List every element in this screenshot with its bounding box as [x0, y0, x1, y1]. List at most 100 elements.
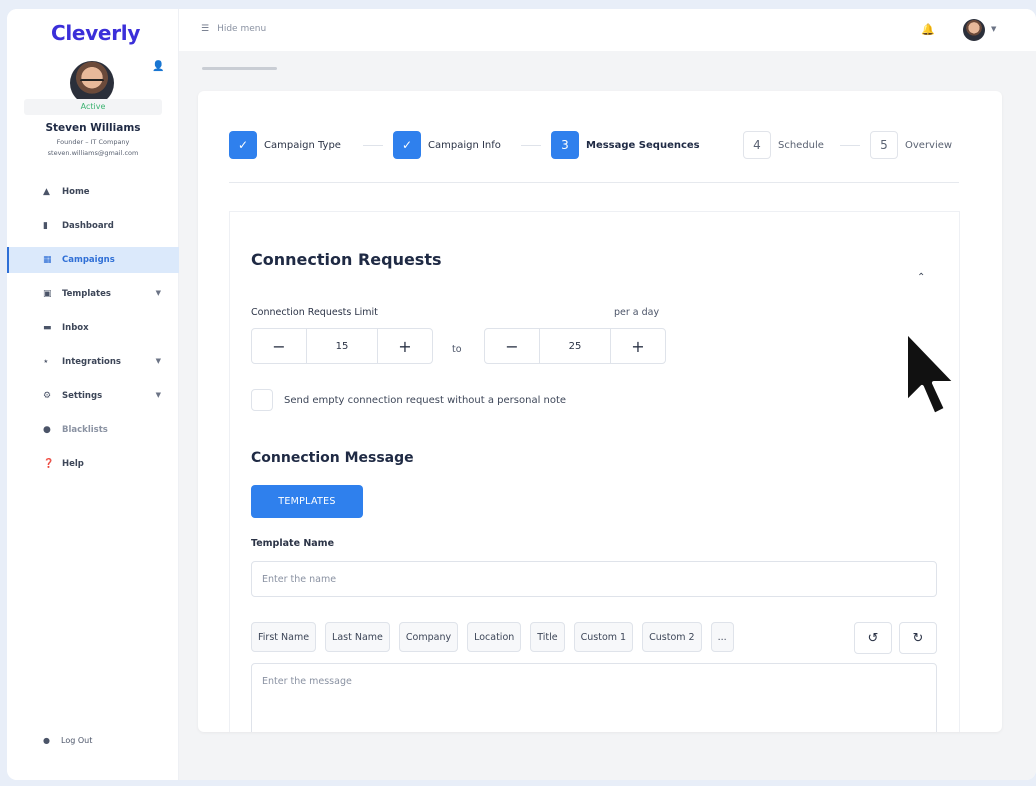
chevron-up-icon[interactable]: ⌃: [917, 272, 925, 283]
campaign-card: ✓ Campaign Type ✓ Campaign Info 3 Messag…: [198, 91, 1002, 732]
check-icon: ✓: [229, 131, 257, 159]
app-logo[interactable]: Cleverly: [51, 21, 140, 45]
step-divider: [840, 145, 860, 146]
min-limit-value[interactable]: 15: [306, 329, 378, 363]
sidebar-item-label: Help: [62, 459, 84, 469]
sidebar-item-label: Inbox: [62, 323, 89, 333]
empty-request-checkbox[interactable]: [251, 389, 273, 411]
step-schedule[interactable]: 4 Schedule: [743, 131, 824, 159]
help-icon: ❓: [43, 459, 55, 469]
message-textarea[interactable]: [251, 663, 937, 732]
variable-tags: First Name Last Name Company Location Ti…: [251, 622, 743, 652]
tag-title[interactable]: Title: [530, 622, 565, 652]
sidebar-item-label: Dashboard: [62, 221, 114, 231]
plus-button[interactable]: +: [378, 329, 432, 363]
sidebar-item-label: Blacklists: [62, 425, 108, 435]
max-limit-value[interactable]: 25: [539, 329, 611, 363]
sidebar-item-settings[interactable]: ⚙ Settings ▼: [7, 383, 179, 409]
section-title: Connection Message: [251, 450, 414, 466]
tag-company[interactable]: Company: [398, 622, 459, 652]
step-divider: [363, 145, 383, 146]
sidebar-item-templates[interactable]: ▣ Templates ▼: [7, 281, 179, 307]
home-icon: ▲: [43, 187, 50, 197]
sidebar-item-inbox[interactable]: ▬ Inbox: [7, 315, 179, 341]
plus-button[interactable]: +: [611, 329, 665, 363]
tag-custom-2[interactable]: Custom 2: [642, 622, 702, 652]
step-message-sequences[interactable]: 3 Message Sequences: [551, 131, 700, 159]
sidebar-item-label: Templates: [62, 289, 111, 299]
sidebar-item-home[interactable]: ▲ Home: [7, 179, 179, 205]
chevron-down-icon[interactable]: ▼: [991, 25, 996, 33]
sidebar-item-integrations[interactable]: ⋆ Integrations ▼: [7, 349, 179, 375]
sidebar-nav: ▲ Home ▮ Dashboard ▦ Campaigns ▣ Templat…: [7, 179, 179, 485]
connection-section: Connection Requests ⌃ Connection Request…: [229, 211, 960, 732]
step-number: 3: [551, 131, 579, 159]
logout-icon: ●: [43, 736, 50, 745]
integrations-icon: ⋆: [43, 357, 49, 367]
to-label: to: [452, 344, 462, 355]
step-label: Campaign Info: [428, 139, 501, 151]
top-bar: ☰ Hide menu 🔔 ▼: [179, 9, 1036, 51]
section-title: Connection Requests: [251, 250, 442, 269]
blacklist-icon: ●: [43, 425, 51, 435]
sidebar: Cleverly 👤 Active Steven Williams Founde…: [7, 9, 179, 780]
minus-button[interactable]: −: [485, 329, 539, 363]
redo-icon[interactable]: ↻: [899, 622, 937, 654]
campaign-stepper: ✓ Campaign Type ✓ Campaign Info 3 Messag…: [229, 131, 959, 161]
avatar[interactable]: [963, 19, 985, 41]
limit-label: Connection Requests Limit: [251, 307, 378, 318]
undo-icon[interactable]: ↺: [854, 622, 892, 654]
step-number: 5: [870, 131, 898, 159]
inbox-icon: ▬: [43, 323, 52, 333]
gear-icon: ⚙: [43, 391, 52, 401]
chat-icon: ▣: [43, 289, 52, 299]
step-label: Campaign Type: [264, 139, 341, 151]
step-label: Schedule: [778, 139, 824, 151]
grid-icon: ▦: [43, 255, 52, 265]
min-limit-stepper: − 15 +: [251, 328, 433, 364]
bar-chart-icon: ▮: [43, 221, 48, 231]
tag-first-name[interactable]: First Name: [251, 622, 317, 652]
step-number: 4: [743, 131, 771, 159]
user-name: Steven Williams: [45, 122, 141, 134]
sidebar-item-help[interactable]: ❓ Help: [7, 451, 179, 477]
chevron-down-icon: ▼: [155, 357, 161, 365]
user-role: Founder – IT Company: [56, 138, 130, 146]
sidebar-item-label: Integrations: [62, 357, 121, 367]
hide-menu-label: Hide menu: [217, 24, 267, 34]
sidebar-item-label: Settings: [62, 391, 103, 401]
minus-button[interactable]: −: [252, 329, 306, 363]
template-name-label: Template Name: [251, 538, 335, 549]
max-limit-stepper: − 25 +: [484, 328, 666, 364]
step-overview[interactable]: 5 Overview: [870, 131, 952, 159]
chevron-down-icon: ▼: [155, 391, 161, 399]
hide-menu-button[interactable]: ☰ Hide menu: [201, 24, 266, 34]
step-divider: [521, 145, 541, 146]
user-email: steven.williams@gmail.com: [47, 149, 139, 157]
templates-button[interactable]: TEMPLATES: [251, 485, 363, 518]
step-campaign-type[interactable]: ✓ Campaign Type: [229, 131, 341, 159]
template-name-input[interactable]: [251, 561, 937, 597]
check-icon: ✓: [393, 131, 421, 159]
divider: [229, 182, 959, 183]
status-badge: Active: [24, 99, 162, 115]
sidebar-item-dashboard[interactable]: ▮ Dashboard: [7, 213, 179, 239]
chevron-down-icon: ▼: [155, 289, 161, 297]
bell-icon[interactable]: 🔔: [921, 23, 935, 36]
tag-location[interactable]: Location: [467, 622, 522, 652]
per-day-label: per a day: [614, 307, 660, 318]
mouse-cursor-icon: [904, 329, 958, 417]
tab-indicator: [202, 67, 277, 70]
logout-button[interactable]: ● Log Out: [43, 736, 92, 745]
step-label: Overview: [905, 139, 953, 151]
sidebar-item-label: Home: [62, 187, 90, 197]
tag-last-name[interactable]: Last Name: [325, 622, 390, 652]
sidebar-item-campaigns[interactable]: ▦ Campaigns: [7, 247, 179, 273]
sidebar-item-blacklists[interactable]: ● Blacklists: [7, 417, 179, 443]
checkbox-label[interactable]: Send empty connection request without a …: [284, 395, 566, 406]
more-tags-button[interactable]: ...: [710, 622, 734, 652]
logout-label: Log Out: [61, 736, 93, 745]
switch-user-icon[interactable]: 👤: [152, 61, 164, 73]
tag-custom-1[interactable]: Custom 1: [573, 622, 634, 652]
step-campaign-info[interactable]: ✓ Campaign Info: [393, 131, 501, 159]
